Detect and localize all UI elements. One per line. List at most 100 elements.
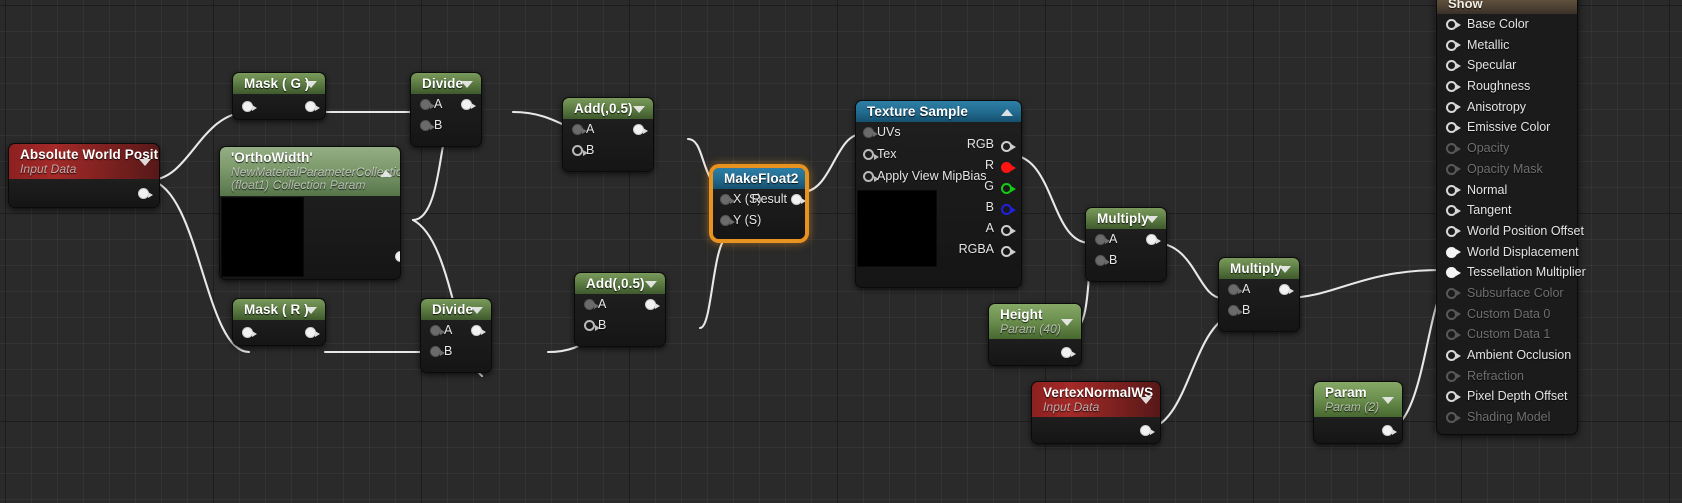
- node-ortho-width-collection-param[interactable]: 'OrthoWidth' NewMaterialParameterCollect…: [219, 146, 401, 280]
- material-output-pin[interactable]: [1446, 81, 1461, 93]
- node-header[interactable]: Mask ( R ): [233, 299, 325, 320]
- input-pin-b[interactable]: [420, 120, 435, 131]
- node-header[interactable]: Height Param (40): [989, 304, 1081, 339]
- input-pin-b[interactable]: [430, 346, 445, 357]
- material-output-pin[interactable]: [1446, 246, 1461, 258]
- material-output-row[interactable]: World Displacement: [1437, 242, 1579, 263]
- input-pin[interactable]: [242, 327, 257, 338]
- node-header[interactable]: Mask ( G ): [233, 73, 325, 94]
- material-output-pin[interactable]: [1446, 391, 1461, 403]
- material-output-pin[interactable]: [1446, 122, 1461, 134]
- node-header[interactable]: Absolute World Position Input Data: [9, 144, 159, 179]
- material-output-row[interactable]: Ambient Occlusion: [1437, 345, 1577, 366]
- material-output-row[interactable]: Normal: [1437, 180, 1577, 201]
- chevron-down-icon[interactable]: [139, 158, 151, 166]
- material-output-row[interactable]: Subsurface Color: [1437, 283, 1577, 304]
- material-output-pin[interactable]: [1446, 225, 1461, 237]
- node-make-float2[interactable]: MakeFloat2 X (S) Result Y (S): [712, 167, 806, 240]
- input-pin-tex[interactable]: [863, 149, 879, 160]
- node-mask-g[interactable]: Mask ( G ): [232, 72, 326, 120]
- material-output-row[interactable]: Metallic: [1437, 35, 1577, 56]
- input-pin-b[interactable]: [572, 145, 588, 156]
- material-output-pin[interactable]: [1446, 350, 1461, 361]
- material-output-pin[interactable]: [1446, 205, 1461, 217]
- material-output-row[interactable]: Base Color: [1437, 14, 1577, 35]
- output-pin[interactable]: [1140, 425, 1155, 436]
- output-pin[interactable]: [395, 251, 400, 262]
- node-multiply-2[interactable]: Multiply A B: [1218, 257, 1300, 332]
- node-header[interactable]: Multiply: [1219, 258, 1299, 279]
- input-pin-b[interactable]: [1228, 305, 1243, 316]
- node-header[interactable]: Add(,0.5): [563, 98, 653, 119]
- input-pin-apply-view-mipbias[interactable]: [863, 171, 879, 182]
- material-output-row[interactable]: Roughness: [1437, 76, 1577, 97]
- input-pin-a[interactable]: [430, 325, 445, 336]
- chevron-down-icon[interactable]: [1382, 396, 1394, 404]
- chevron-up-icon[interactable]: [1001, 108, 1013, 116]
- node-absolute-world-position[interactable]: Absolute World Position Input Data: [8, 143, 160, 208]
- chevron-down-icon[interactable]: [1061, 318, 1073, 326]
- node-texture-sample[interactable]: Texture Sample UVs Tex Apply View MipBia…: [855, 100, 1022, 288]
- material-output-row[interactable]: Refraction: [1437, 366, 1577, 387]
- node-add-top[interactable]: Add(,0.5) A B: [562, 97, 654, 172]
- material-graph-canvas[interactable]: Absolute World Position Input Data 'Orth…: [0, 0, 1682, 503]
- material-output-node[interactable]: Show Base Color Metallic Specular Roughness…: [1436, 0, 1586, 435]
- material-output-row[interactable]: Opacity Mask: [1437, 159, 1577, 180]
- input-pin-y[interactable]: [720, 215, 735, 226]
- node-header[interactable]: Param Param (2): [1314, 382, 1402, 417]
- node-header[interactable]: 'OrthoWidth' NewMaterialParameterCollect…: [220, 147, 400, 196]
- material-output-row[interactable]: Custom Data 1: [1437, 324, 1577, 345]
- material-output-pin[interactable]: [1446, 19, 1461, 30]
- chevron-up-icon[interactable]: [380, 170, 392, 177]
- chevron-down-icon[interactable]: [1140, 396, 1152, 404]
- chevron-down-icon[interactable]: [645, 280, 657, 288]
- output-pin[interactable]: [471, 325, 486, 336]
- output-pin[interactable]: [645, 299, 660, 310]
- chevron-down-icon[interactable]: [633, 105, 645, 113]
- chevron-down-icon[interactable]: [461, 80, 473, 88]
- node-add-bottom[interactable]: Add(,0.5) A B: [574, 272, 666, 347]
- material-output-pin[interactable]: [1446, 267, 1461, 279]
- node-header[interactable]: Add(,0.5): [575, 273, 665, 294]
- node-header[interactable]: Divide: [411, 73, 481, 94]
- material-output-pin[interactable]: [1446, 60, 1461, 72]
- input-pin-b[interactable]: [584, 320, 600, 331]
- node-header[interactable]: VertexNormalWS Input Data: [1032, 382, 1160, 417]
- material-output-row[interactable]: World Position Offset: [1437, 221, 1584, 242]
- material-output-row[interactable]: Tangent: [1437, 200, 1577, 221]
- node-multiply-1[interactable]: Multiply A B: [1085, 207, 1167, 282]
- input-pin-a[interactable]: [572, 124, 587, 135]
- node-vertex-normal-ws[interactable]: VertexNormalWS Input Data: [1031, 381, 1161, 444]
- node-header[interactable]: Divide: [421, 299, 491, 320]
- material-output-row[interactable]: Pixel Depth Offset: [1437, 386, 1577, 407]
- node-param-2[interactable]: Param Param (2): [1313, 381, 1403, 444]
- output-pin[interactable]: [1382, 425, 1397, 436]
- input-pin-b[interactable]: [1095, 255, 1110, 266]
- input-pin-a[interactable]: [1228, 284, 1243, 295]
- material-output-pin[interactable]: [1446, 39, 1461, 51]
- input-pin[interactable]: [242, 101, 257, 112]
- node-mask-r[interactable]: Mask ( R ): [232, 298, 326, 346]
- output-pin[interactable]: [1279, 284, 1294, 295]
- input-pin-a[interactable]: [420, 99, 435, 110]
- output-pin[interactable]: [633, 124, 648, 135]
- node-divide-top[interactable]: Divide A B: [410, 72, 482, 147]
- node-header[interactable]: MakeFloat2: [713, 168, 805, 189]
- node-height-param[interactable]: Height Param (40): [988, 303, 1082, 366]
- material-output-row[interactable]: Opacity: [1437, 138, 1577, 159]
- output-pin[interactable]: [305, 327, 320, 338]
- material-output-row[interactable]: Anisotropy: [1437, 97, 1577, 118]
- output-pin[interactable]: [138, 188, 153, 199]
- material-output-pin[interactable]: [1446, 101, 1461, 113]
- node-divide-bottom[interactable]: Divide A B: [420, 298, 492, 373]
- node-header[interactable]: Multiply: [1086, 208, 1166, 229]
- input-pin-a[interactable]: [1095, 234, 1110, 245]
- material-output-row[interactable]: Emissive Color: [1437, 117, 1577, 138]
- material-output-row[interactable]: Specular: [1437, 55, 1577, 76]
- output-pin[interactable]: [305, 101, 320, 112]
- chevron-down-icon[interactable]: [471, 306, 483, 314]
- material-output-header[interactable]: Show: [1437, 0, 1577, 14]
- material-output-pin[interactable]: [1446, 184, 1461, 196]
- material-output-row[interactable]: Tessellation Multiplier: [1437, 262, 1586, 283]
- material-output-row[interactable]: Shading Model: [1437, 407, 1577, 428]
